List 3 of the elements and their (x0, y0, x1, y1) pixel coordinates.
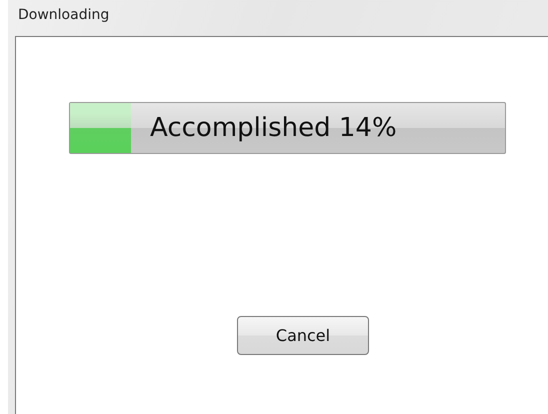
progress-label: Accomplished 14% (149, 113, 397, 143)
window-title: Downloading (17, 6, 110, 25)
cancel-button[interactable]: Cancel (237, 316, 369, 355)
